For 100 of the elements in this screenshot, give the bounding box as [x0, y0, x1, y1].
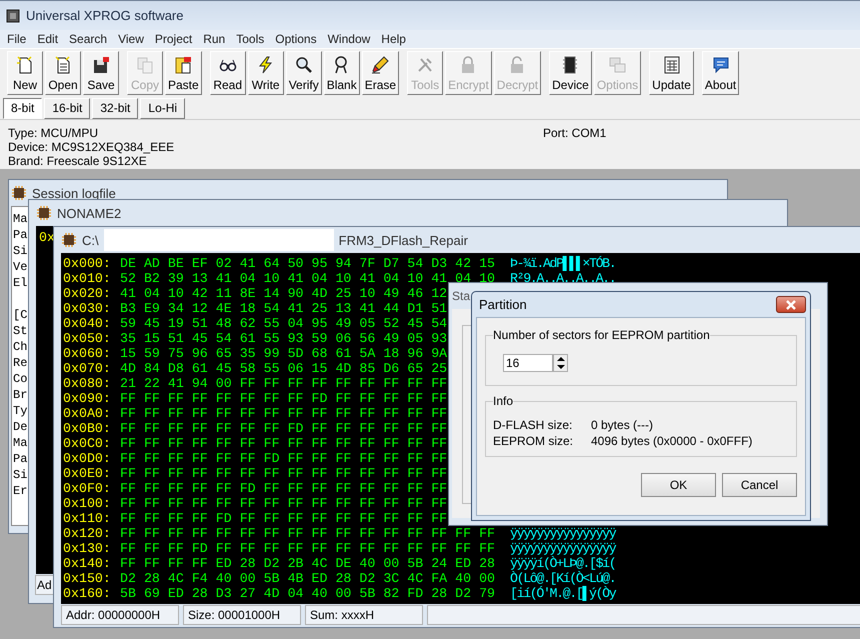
windows-icon [607, 55, 628, 75]
log-line: Ch [13, 339, 28, 355]
status-cell: Sum: xxxxH [305, 605, 423, 625]
hex-address: 0x0C0: [63, 436, 112, 451]
toolbar-button[interactable]: New [7, 51, 43, 95]
log-line: Ty [13, 403, 28, 419]
window-title: Universal XPROG software [26, 8, 184, 23]
menu-item[interactable]: Search [64, 32, 114, 46]
ascii-text: ÿÿÿýÿÿÿÿÿÿÿÿÿÿÿÿ [510, 541, 616, 556]
menu-item[interactable]: File [2, 32, 32, 46]
log-line: Ma [13, 435, 28, 451]
hex-bytes: 21 22 41 94 00 FF FF FF FF FF FF FF FF FF [120, 376, 448, 391]
ascii-text: ÿÿÿÿÿÿÿÿÿÿÿÿÿÿÿÿ [510, 526, 616, 541]
hex-bytes: FF FF FF FF FF FF FD FF FF FF FF FF FF FF [120, 451, 448, 466]
hex-bytes: 52 B2 39 13 41 04 10 41 04 10 41 04 10 41 04 10 [120, 271, 496, 286]
hex-address: 0x0A0: [63, 406, 112, 421]
log-line: De [13, 419, 28, 435]
toolbar-button[interactable]: Read [210, 51, 246, 95]
dialog-button[interactable]: OK [641, 473, 716, 497]
hex-bytes: FF FF FF FF FF FF FF FF FF FF FF FF FF FF [120, 406, 448, 421]
log-line: Si [13, 243, 28, 259]
hex-bytes: 5B 69 ED 28 D3 27 4D 04 40 00 5B 82 FD 28 D2 79 [120, 586, 496, 601]
info-label: EEPROM size: [493, 434, 574, 448]
view-tab[interactable]: 8-bit [3, 98, 42, 118]
toolbar-button[interactable]: Paste [165, 51, 202, 95]
log-line: Pa [13, 227, 28, 243]
hex-address: 0x070: [63, 361, 112, 376]
log-line: Ma [13, 211, 28, 227]
view-tab[interactable]: 32-bit [92, 98, 138, 118]
log-line: Ve [13, 259, 28, 275]
hex-address: 0x120: [63, 526, 112, 541]
hex-address: 0x110: [63, 511, 112, 526]
hex-address: 0x0E0: [63, 466, 112, 481]
hex-bytes: 4D 84 D8 61 45 58 55 06 15 4D 85 D6 65 25 [120, 361, 448, 376]
toolbar-button[interactable]: Save [83, 51, 119, 95]
ascii-text: ÿÿÿÿí(Ò+LÞ@.[$í( [510, 556, 616, 571]
log-line: St [13, 323, 28, 339]
hex-address: 0x0D0: [63, 451, 112, 466]
window-title: Session logfile [32, 186, 116, 200]
log-line: Si [13, 467, 28, 483]
hex-bytes: FF FF FF FF FF FF FF FF FF FF FF FF FF FF [120, 436, 448, 451]
hex-bytes: FF FF FF FF FF FF FF FF FF FF FF FF FF FF [120, 466, 448, 481]
menu-item[interactable]: Tools [231, 32, 270, 46]
window-title: FRM3_DFlash_Repair [338, 232, 468, 248]
menu-item[interactable]: Project [150, 32, 198, 46]
hex-bytes: FF FF FF FD FF FF FF FF FF FF FF FF FF FF FF FF [120, 541, 496, 556]
hex-bytes: FF FF FF FF FF FD FF FF FF FF FF FF FF FF [120, 481, 448, 496]
clipboard-icon [173, 55, 194, 75]
device-info-text: Brand: Freescale 9S12XE [8, 154, 148, 168]
view-tab[interactable]: Lo-Hi [140, 98, 186, 118]
menu-item[interactable]: Window [322, 32, 376, 46]
chip-icon [11, 186, 27, 200]
toolbar-button[interactable]: Device [549, 51, 592, 95]
device-info-text: Type: MCU/MPU [8, 126, 100, 140]
toolbar-button[interactable]: Blank [324, 51, 360, 95]
ascii-text: Ò(Lô@.[Kí(Ò<Lú@. [510, 571, 616, 586]
menu-item[interactable]: View [113, 32, 150, 46]
toolbar-button[interactable]: About [702, 51, 740, 95]
group-label: Number of sectors for EEPROM partition [493, 328, 710, 342]
hex-address: 0x0B0: [63, 421, 112, 436]
window-title: C:\ [82, 232, 99, 248]
hex-address: 0x100: [63, 496, 112, 511]
log-line: El [13, 275, 28, 291]
hex-address: 0x040: [63, 316, 112, 331]
view-tab[interactable]: 16-bit [44, 98, 90, 118]
status-cell: Addr: 00000000H [61, 605, 179, 625]
hex-address: 0x160: [63, 586, 112, 601]
spin-button[interactable] [553, 354, 568, 372]
hex-address: 0x060: [63, 346, 112, 361]
copy-icon [135, 55, 155, 75]
hex-bytes: FF FF FF FF FD FF FF FF FF FF FF FF FF FF [120, 511, 448, 526]
toolbar-button[interactable]: Verify [286, 51, 322, 95]
toolbar-button[interactable]: Update [649, 51, 694, 95]
app-icon [6, 8, 20, 22]
hex-bytes: FF FF FF FF FF FF FF FF FF FF FF FF FF FF FF FF [120, 526, 496, 541]
menu-item[interactable]: Edit [32, 32, 64, 46]
menu-item[interactable]: Run [198, 32, 232, 46]
menu-item[interactable]: Options [270, 32, 323, 46]
window-title: NONAME2 [57, 206, 122, 220]
hex-bytes: FF FF FF FF FF FF FF FF FF FF FF FF FF FF [120, 496, 448, 511]
close-button[interactable] [776, 296, 806, 313]
status-cell: Ad [35, 575, 54, 595]
hex-bytes: FF FF FF FF FF FF FF FF FD FF FF FF FF FF [120, 391, 448, 406]
toolbar-button[interactable]: Erase [362, 51, 400, 95]
hex-bytes: 35 15 51 45 54 61 55 93 59 06 56 49 05 93 [120, 331, 448, 346]
sector-count-field[interactable]: 16 [503, 354, 553, 372]
hex-address: 0x140: [63, 556, 112, 571]
group-label: Info [493, 394, 514, 408]
menu-item[interactable]: Help [376, 32, 412, 46]
dialog-button[interactable]: Cancel [722, 473, 797, 497]
hex-address: 0x010: [63, 271, 112, 286]
ascii-text: R²9.A..A..A..A.. [510, 271, 616, 286]
hex-address: 0x000: [63, 256, 112, 271]
log-line: Er [13, 483, 28, 499]
chip-icon [36, 206, 52, 220]
log-line: Pa [13, 451, 28, 467]
log-line: Br [13, 387, 28, 403]
toolbar-button[interactable]: Write [248, 51, 284, 95]
toolbar-button[interactable]: Open [45, 51, 81, 95]
hex-address: 0x130: [63, 541, 112, 556]
